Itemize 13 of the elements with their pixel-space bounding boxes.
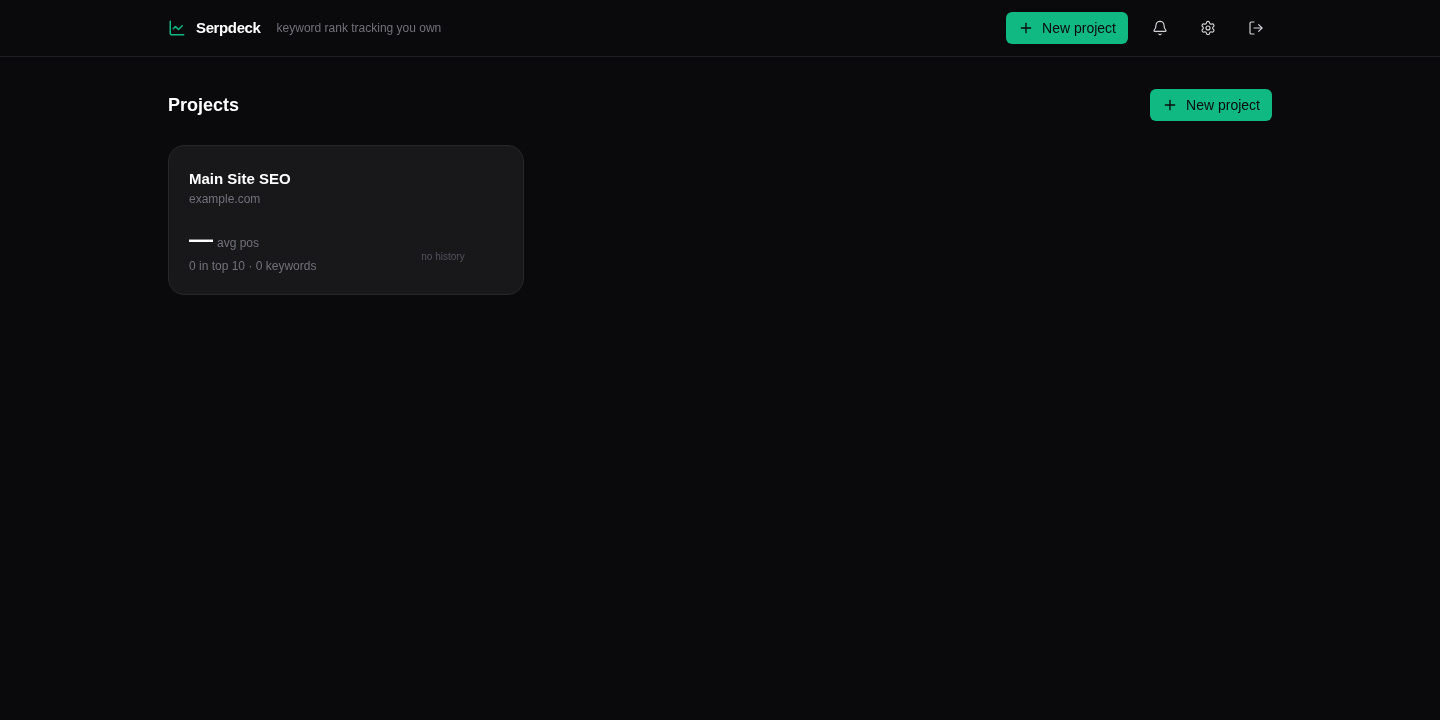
brand-name: Serpdeck <box>196 17 261 38</box>
project-domain: example.com <box>189 191 261 207</box>
no-history-text: no history <box>421 249 465 264</box>
project-name: Main Site SEO <box>189 169 291 189</box>
project-summary: 0 in top 10 · 0 keywords <box>189 258 317 274</box>
project-card[interactable]: Main Site SEO example.com — avg pos 0 in top 10 · 0 keywords no history <box>168 145 524 295</box>
avg-position-label: avg pos <box>217 235 260 252</box>
brand-tagline: keyword rank tracking you own <box>276 20 442 37</box>
page-title: Projects <box>168 93 240 117</box>
new-project-button[interactable]: New project <box>1150 89 1272 121</box>
new-project-button[interactable]: New project <box>1006 12 1128 44</box>
line-chart-icon <box>168 19 186 37</box>
avg-position-value: — <box>189 227 213 251</box>
